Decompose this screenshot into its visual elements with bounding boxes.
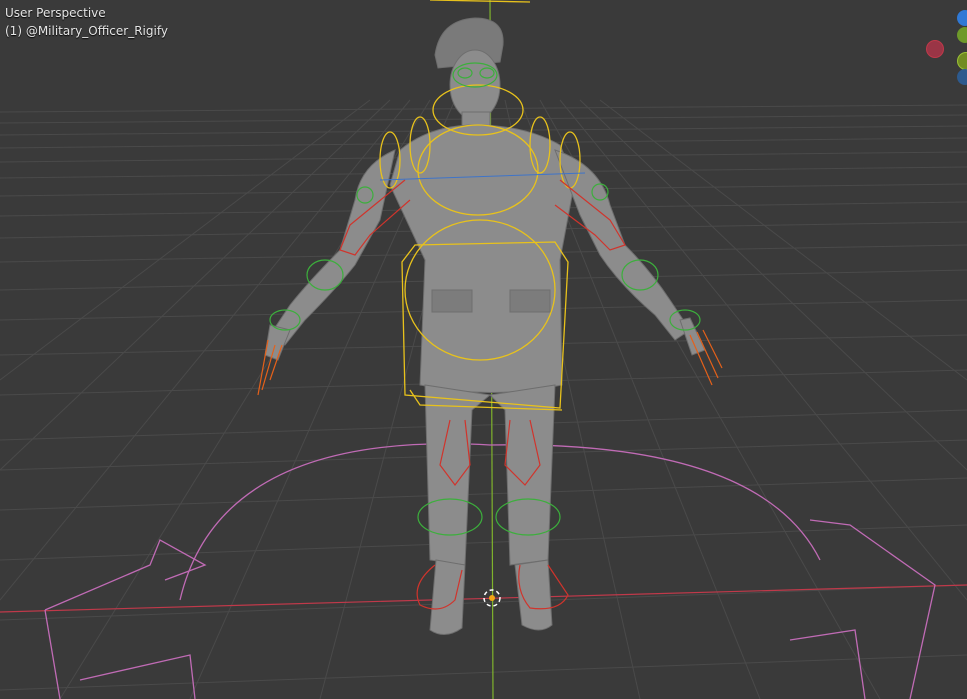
axis-y-icon[interactable] <box>957 27 967 43</box>
axis-z-icon[interactable] <box>957 10 967 26</box>
viewport-scene[interactable] <box>0 0 967 699</box>
active-object-label: (1) @Military_Officer_Rigify <box>5 24 168 38</box>
axis-y-neg-icon[interactable] <box>957 69 967 85</box>
view-perspective-label: User Perspective <box>5 6 106 20</box>
3d-viewport[interactable]: User Perspective (1) @Military_Officer_R… <box>0 0 967 699</box>
axis-x-neg-icon[interactable] <box>926 40 944 58</box>
